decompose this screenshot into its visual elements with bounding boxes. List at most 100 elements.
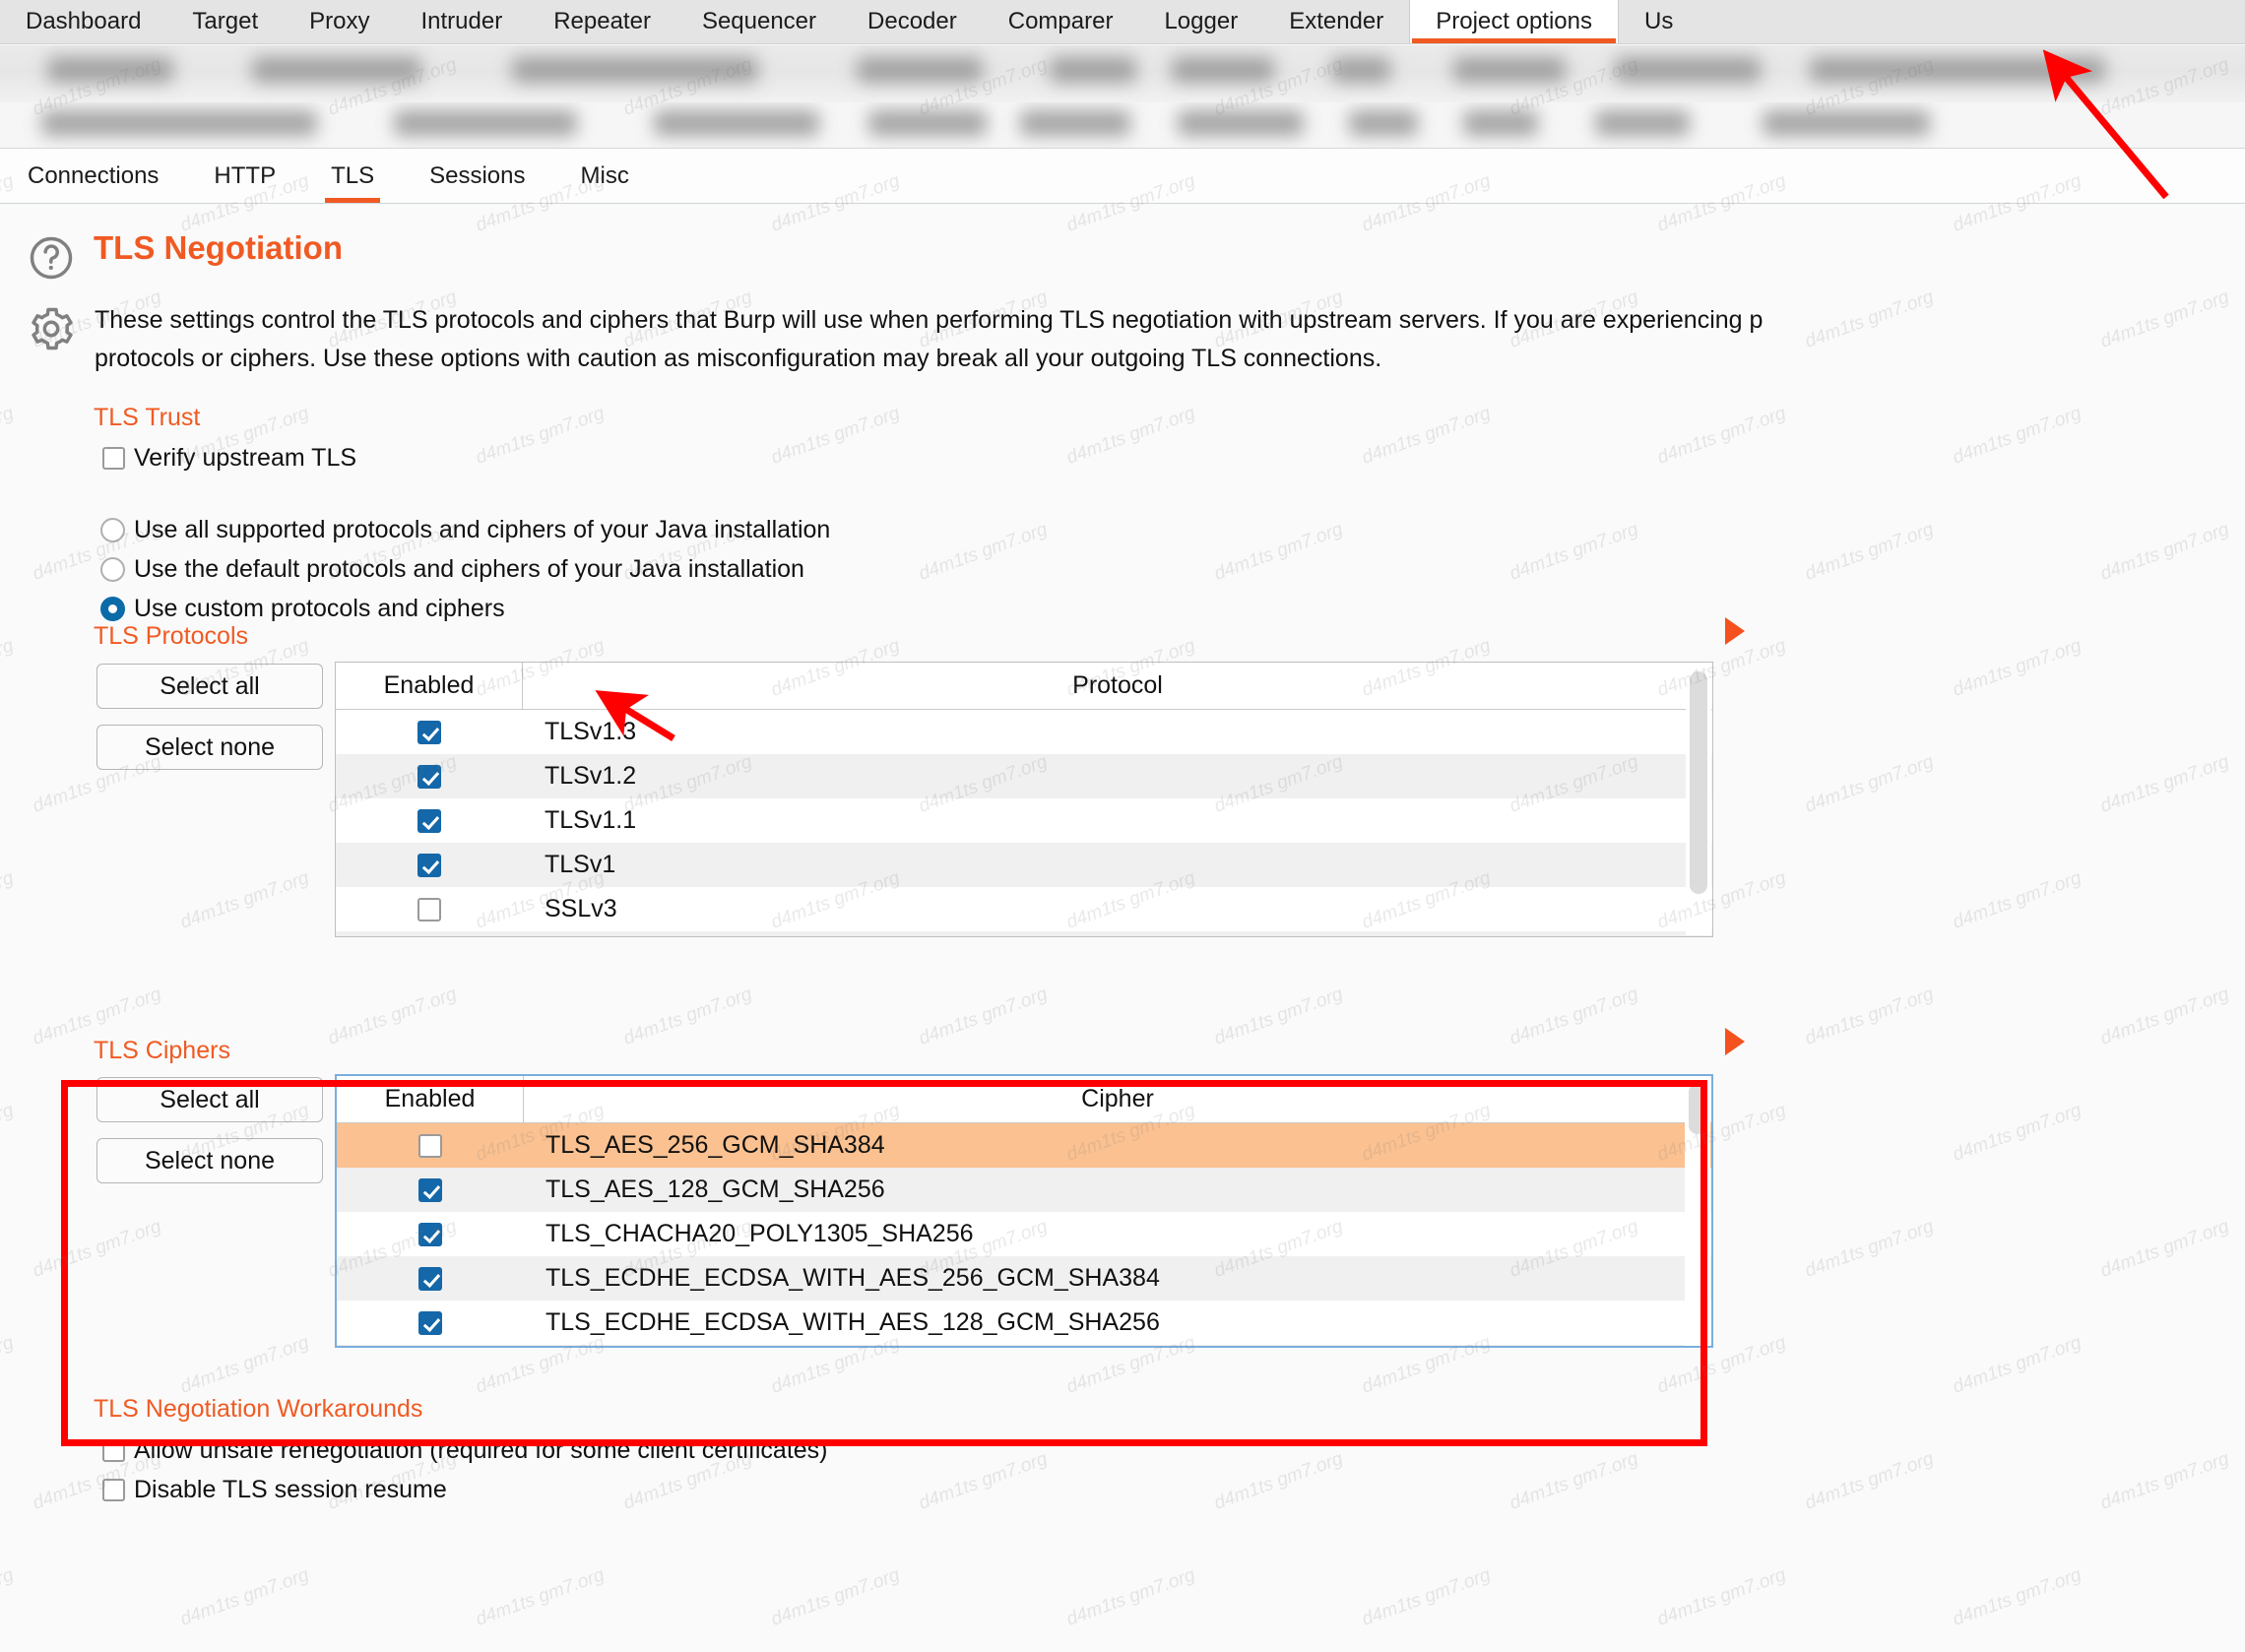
sub-tab-misc[interactable]: Misc bbox=[553, 150, 657, 203]
table-row[interactable]: SSLv3 bbox=[336, 887, 1712, 931]
table-row[interactable]: SSLv2Hello bbox=[336, 931, 1712, 936]
main-tab-label: Logger bbox=[1164, 8, 1239, 34]
protocol-enabled-cell[interactable] bbox=[336, 720, 523, 744]
table-row[interactable]: TLSv1.3 bbox=[336, 710, 1712, 754]
table-row[interactable]: TLS_AES_128_GCM_SHA256 bbox=[337, 1168, 1711, 1212]
protocol-name-cell: TLSv1 bbox=[545, 851, 616, 878]
table-row[interactable]: TLSv1 bbox=[336, 843, 1712, 887]
protocols-table-scrollbar[interactable] bbox=[1686, 664, 1711, 935]
verify-upstream-tls-checkbox-row[interactable]: Verify upstream TLS bbox=[102, 444, 356, 473]
ciphers-select-all-button[interactable]: Select all bbox=[96, 1077, 323, 1122]
tls-protocols-table[interactable]: Enabled Protocol TLSv1.3 TLSv1.2 TLSv1.1… bbox=[335, 662, 1713, 937]
cipher-enabled-cell[interactable] bbox=[337, 1310, 524, 1335]
sub-tab-label: Sessions bbox=[429, 162, 526, 189]
protocol-checkbox[interactable] bbox=[417, 764, 441, 789]
sub-tab-label: Misc bbox=[580, 162, 629, 189]
table-row[interactable]: TLS_CHACHA20_POLY1305_SHA256 bbox=[337, 1212, 1711, 1256]
protocol-name-cell: TLSv1.3 bbox=[545, 718, 637, 745]
main-tab-label: Sequencer bbox=[701, 8, 817, 34]
protocol-checkbox[interactable] bbox=[417, 853, 441, 877]
protocol-name-cell: SSLv3 bbox=[545, 895, 617, 922]
radio-use-default-row[interactable]: Use the default protocols and ciphers of… bbox=[100, 555, 804, 584]
table-row[interactable]: TLSv1.1 bbox=[336, 798, 1712, 843]
cipher-checkbox[interactable] bbox=[418, 1177, 442, 1202]
ciphers-scrollbar-thumb[interactable] bbox=[1689, 1083, 1706, 1134]
protocols-table-header: Enabled Protocol bbox=[336, 663, 1712, 710]
protocol-name-cell: TLSv1.2 bbox=[545, 762, 637, 790]
cipher-enabled-cell[interactable] bbox=[337, 1266, 524, 1291]
tls-ciphers-table[interactable]: Enabled Cipher TLS_AES_256_GCM_SHA384 TL… bbox=[335, 1074, 1713, 1348]
main-tab-extender[interactable]: Extender bbox=[1263, 0, 1409, 43]
protocol-enabled-cell[interactable] bbox=[336, 897, 523, 921]
sub-tab-tls[interactable]: TLS bbox=[303, 150, 402, 203]
allow-unsafe-renegotiation-label: Allow unsafe renegotiation (required for… bbox=[134, 1436, 828, 1464]
main-tab-label: Comparer bbox=[1007, 8, 1114, 34]
cipher-checkbox[interactable] bbox=[418, 1310, 442, 1335]
main-tab-bar: Dashboard Target Proxy Intruder Repeater… bbox=[0, 0, 2245, 44]
protocol-checkbox[interactable] bbox=[417, 720, 441, 744]
table-row[interactable]: TLS_ECDHE_ECDSA_WITH_AES_256_GCM_SHA384 bbox=[337, 1256, 1711, 1301]
main-tab-label: Target bbox=[192, 8, 259, 34]
main-tab-comparer[interactable]: Comparer bbox=[983, 0, 1139, 43]
disable-tls-session-resume-checkbox[interactable] bbox=[102, 1479, 125, 1501]
table-row[interactable]: TLS_ECDHE_ECDSA_WITH_CHACHA20_POLY1305_S… bbox=[337, 1345, 1711, 1346]
table-row[interactable]: TLSv1.2 bbox=[336, 754, 1712, 798]
protocol-checkbox[interactable] bbox=[417, 808, 441, 833]
ciphers-table-scrollbar[interactable] bbox=[1685, 1077, 1710, 1346]
main-tab-decoder[interactable]: Decoder bbox=[842, 0, 983, 43]
sub-tab-bar: Connections HTTP TLS Sessions Misc bbox=[0, 150, 2245, 204]
tls-trust-heading: TLS Trust bbox=[94, 404, 201, 431]
main-tab-intruder[interactable]: Intruder bbox=[395, 0, 528, 43]
gear-icon[interactable] bbox=[26, 303, 77, 354]
main-tab-user-options[interactable]: Us bbox=[1619, 0, 1699, 43]
protocols-select-all-button[interactable]: Select all bbox=[96, 664, 323, 709]
protocol-enabled-cell[interactable] bbox=[336, 853, 523, 877]
section-description-line-1: These settings control the TLS protocols… bbox=[95, 306, 1764, 334]
main-tab-label: Decoder bbox=[867, 8, 957, 34]
main-tab-sequencer[interactable]: Sequencer bbox=[676, 0, 842, 43]
protocol-enabled-cell[interactable] bbox=[336, 764, 523, 789]
radio-use-default[interactable] bbox=[100, 557, 125, 582]
protocol-enabled-cell[interactable] bbox=[336, 808, 523, 833]
sub-tab-label: TLS bbox=[331, 162, 375, 189]
radio-use-custom[interactable] bbox=[100, 597, 125, 621]
main-tab-proxy[interactable]: Proxy bbox=[284, 0, 395, 43]
sub-tab-label: HTTP bbox=[214, 162, 277, 189]
cipher-checkbox[interactable] bbox=[418, 1133, 442, 1158]
main-tab-target[interactable]: Target bbox=[166, 0, 284, 43]
cipher-enabled-cell[interactable] bbox=[337, 1177, 524, 1202]
cipher-enabled-cell[interactable] bbox=[337, 1222, 524, 1246]
disable-tls-session-resume-row[interactable]: Disable TLS session resume bbox=[102, 1476, 447, 1504]
sub-tab-sessions[interactable]: Sessions bbox=[402, 150, 552, 203]
ciphers-overflow-marker-icon bbox=[1725, 1028, 1745, 1055]
table-row[interactable]: TLS_AES_256_GCM_SHA384 bbox=[337, 1123, 1711, 1168]
ciphers-select-none-button[interactable]: Select none bbox=[96, 1138, 323, 1183]
radio-use-all-supported-label: Use all supported protocols and ciphers … bbox=[134, 516, 831, 543]
main-tab-label: Repeater bbox=[553, 8, 651, 34]
radio-use-all-supported-row[interactable]: Use all supported protocols and ciphers … bbox=[100, 516, 830, 544]
burp-suite-window: Dashboard Target Proxy Intruder Repeater… bbox=[0, 0, 2245, 1652]
main-tab-dashboard[interactable]: Dashboard bbox=[0, 0, 166, 43]
cipher-checkbox[interactable] bbox=[418, 1266, 442, 1291]
cipher-enabled-cell[interactable] bbox=[337, 1133, 524, 1158]
main-tab-repeater[interactable]: Repeater bbox=[528, 0, 676, 43]
protocol-checkbox[interactable] bbox=[417, 897, 441, 921]
main-tab-logger[interactable]: Logger bbox=[1138, 0, 1263, 43]
protocols-scrollbar-thumb[interactable] bbox=[1690, 671, 1707, 894]
cipher-checkbox[interactable] bbox=[418, 1222, 442, 1246]
protocols-col-protocol: Protocol bbox=[1072, 671, 1163, 699]
help-circle-icon[interactable] bbox=[26, 232, 77, 284]
table-row[interactable]: TLS_ECDHE_ECDSA_WITH_AES_128_GCM_SHA256 bbox=[337, 1301, 1711, 1345]
allow-unsafe-renegotiation-checkbox[interactable] bbox=[102, 1439, 125, 1462]
radio-use-all-supported[interactable] bbox=[100, 518, 125, 542]
main-tab-label: Project options bbox=[1436, 8, 1593, 34]
main-tab-project-options[interactable]: Project options bbox=[1409, 0, 1620, 43]
sub-tab-http[interactable]: HTTP bbox=[186, 150, 303, 203]
ciphers-table-header: Enabled Cipher bbox=[337, 1076, 1711, 1123]
protocols-select-none-button[interactable]: Select none bbox=[96, 725, 323, 770]
radio-use-custom-row[interactable]: Use custom protocols and ciphers bbox=[100, 595, 505, 623]
verify-upstream-tls-checkbox[interactable] bbox=[102, 447, 125, 470]
sub-tab-connections[interactable]: Connections bbox=[0, 150, 186, 203]
tls-settings-panel: TLS Negotiation These settings control t… bbox=[0, 205, 2245, 1652]
allow-unsafe-renegotiation-row[interactable]: Allow unsafe renegotiation (required for… bbox=[102, 1436, 828, 1465]
